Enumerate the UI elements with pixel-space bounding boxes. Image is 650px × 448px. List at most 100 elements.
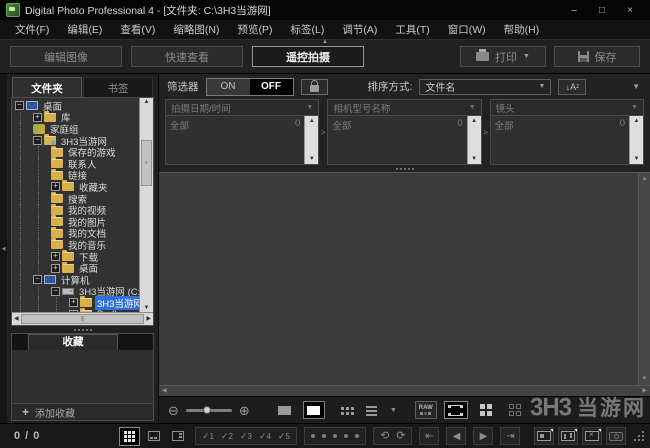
content-splitter-handle[interactable] — [159, 165, 650, 172]
layout-grid-button[interactable] — [119, 426, 140, 446]
collapse-minus-icon[interactable]: − — [33, 275, 42, 285]
scroll-up-icon[interactable]: ▲ — [309, 117, 315, 125]
rating-dot[interactable] — [344, 434, 348, 438]
scroll-up-icon[interactable]: ▲ — [144, 98, 150, 106]
quick-check-button[interactable]: 快速查看 — [131, 46, 243, 67]
check-rating-button-3[interactable]: ✓3 — [240, 431, 252, 442]
check-rating-button-1[interactable]: ✓1 — [202, 431, 214, 442]
scroll-up-icon[interactable]: ▲ — [634, 117, 640, 125]
last-image-button[interactable]: ⇥ — [500, 427, 521, 445]
menu-item-8[interactable]: 工具(T) — [386, 20, 438, 39]
filter-off-button[interactable]: OFF — [249, 78, 293, 95]
layout-preview-bottom-button[interactable] — [143, 427, 164, 446]
add-collection-button[interactable]: + 添加收藏 — [12, 403, 153, 420]
raw-jpg-toggle-button[interactable]: RAW — [414, 401, 437, 419]
filter-list-scrollbar[interactable]: ▲ ▼ — [304, 116, 319, 164]
remote-shooting-button[interactable]: 遥控拍摄 — [252, 46, 364, 67]
menu-item-7[interactable]: 调节(A) — [333, 20, 386, 39]
scroll-right-icon[interactable]: ▶ — [642, 387, 647, 395]
sidebar-splitter-handle[interactable] — [7, 326, 158, 333]
collection-tab[interactable]: 收藏 — [28, 334, 118, 350]
filter-date-dropdown[interactable]: 拍摄日期/时间 ▼ — [165, 99, 320, 116]
filter-camera-dropdown[interactable]: 相机型号名称 ▼ — [327, 99, 482, 116]
save-button[interactable]: 保存 — [554, 46, 640, 67]
filter-list-item[interactable]: 全部 0 — [170, 118, 300, 132]
rotate-right-button[interactable]: ⟳ — [396, 430, 405, 442]
expand-plus-icon[interactable]: + — [51, 182, 60, 192]
expand-plus-icon[interactable]: + — [33, 112, 42, 122]
scroll-down-icon[interactable]: ▼ — [642, 375, 648, 383]
scroll-up-icon[interactable]: ▲ — [642, 175, 648, 183]
tree-horizontal-scrollbar[interactable]: ◀ ||| ▶ — [12, 312, 153, 325]
rating-dot[interactable] — [333, 434, 337, 438]
tab-bookmarks[interactable]: 书签 — [83, 77, 153, 97]
sort-dropdown[interactable]: 文件名 ▼ — [419, 78, 552, 95]
rotate-left-button[interactable]: ⟲ — [380, 430, 389, 442]
tab-folders[interactable]: 文件夹 — [12, 77, 82, 97]
scroll-left-icon[interactable]: ◀ — [14, 315, 19, 323]
collapse-minus-icon[interactable]: − — [15, 101, 24, 111]
filter-list-scrollbar[interactable]: ▲ ▼ — [466, 116, 481, 164]
scroll-left-icon[interactable]: ◀ — [162, 387, 167, 395]
check-rating-button-5[interactable]: ✓5 — [278, 431, 290, 442]
first-image-button[interactable]: ⇤ — [419, 427, 440, 445]
sort-direction-button[interactable]: ↓A z — [558, 78, 587, 95]
scroll-up-icon[interactable]: ▲ — [471, 117, 477, 125]
rating-dot[interactable] — [355, 434, 359, 438]
filter-lens-dropdown[interactable]: 镜头 ▼ — [489, 99, 644, 116]
scroll-right-icon[interactable]: ▶ — [146, 315, 151, 323]
layout-preview-right-button[interactable] — [167, 427, 188, 446]
print-dropdown-icon[interactable]: ▼ — [523, 53, 530, 60]
camera-control-button[interactable] — [606, 427, 626, 445]
list-view-button[interactable] — [361, 401, 383, 419]
tree-item-label[interactable]: 3H3当游网 — [95, 295, 139, 310]
minimize-button[interactable]: – — [560, 2, 588, 18]
slider-thumb[interactable] — [202, 405, 211, 414]
thumbnail-size-slider[interactable] — [185, 405, 232, 414]
menu-item-9[interactable]: 窗口(W) — [439, 20, 495, 39]
expand-plus-icon[interactable]: + — [51, 263, 60, 273]
filter-list-item[interactable]: 全部 0 — [495, 118, 625, 132]
grid-outline-view-button[interactable] — [504, 401, 526, 419]
toolbar-collapse-arrow-icon[interactable]: ▲ — [322, 39, 328, 45]
rating-dot[interactable] — [311, 434, 315, 438]
filter-on-button[interactable]: ON — [206, 78, 250, 95]
filter-list-scrollbar[interactable]: ▲ ▼ — [628, 116, 643, 164]
previous-image-button[interactable]: ◀ — [446, 427, 467, 445]
menu-item-2[interactable]: 编辑(E) — [58, 20, 111, 39]
view-options-dropdown-icon[interactable]: ▼ — [390, 407, 397, 414]
tree-item[interactable]: − 桌面 — [15, 100, 139, 113]
menu-item-1[interactable]: 文件(F) — [6, 20, 58, 39]
sidebar-collapse-strip[interactable]: ◀ — [0, 74, 7, 423]
print-button[interactable]: 打印 ▼ — [460, 46, 546, 67]
large-thumbnail-view-button[interactable] — [274, 401, 296, 419]
small-thumbnail-view-button[interactable] — [332, 401, 354, 419]
menu-item-4[interactable]: 缩略图(N) — [164, 20, 228, 39]
expand-plus-icon[interactable]: + — [51, 252, 60, 262]
medium-thumbnail-view-button[interactable] — [302, 401, 325, 419]
filter-lock-button[interactable] — [300, 78, 328, 95]
collapse-minus-icon[interactable]: − — [33, 136, 42, 146]
tree-item[interactable]: +3H3当游网 — [15, 295, 139, 310]
scroll-down-icon[interactable]: ▼ — [309, 155, 315, 163]
canvas-horizontal-scrollbar[interactable]: ◀ ▶ — [159, 385, 650, 396]
scroll-down-icon[interactable]: ▼ — [471, 155, 477, 163]
next-image-button[interactable]: ▶ — [473, 427, 494, 445]
zoom-out-button[interactable]: ⊖ — [168, 404, 179, 417]
zoom-in-button[interactable]: ⊕ — [239, 404, 250, 417]
edit-image-button[interactable]: 编辑图像 — [10, 46, 122, 67]
filter-area-collapse-icon[interactable]: ▼ — [632, 82, 642, 91]
tree-vscroll-thumb[interactable]: ≡ — [141, 140, 152, 186]
filter-list-item[interactable]: 全部 0 — [332, 118, 462, 132]
multi-grid-view-button[interactable] — [475, 401, 497, 419]
histogram-palette-button[interactable] — [558, 427, 578, 445]
maximize-button[interactable]: □ — [588, 2, 616, 18]
collapse-minus-icon[interactable]: − — [51, 286, 60, 296]
close-button[interactable]: × — [616, 2, 644, 18]
rating-dot[interactable] — [322, 434, 326, 438]
menu-item-6[interactable]: 标签(L) — [282, 20, 334, 39]
menu-item-3[interactable]: 查看(V) — [111, 20, 164, 39]
menu-item-5[interactable]: 预览(P) — [229, 20, 282, 39]
canvas-vertical-scrollbar[interactable]: ▲ ▼ — [638, 173, 650, 385]
preview-palette-button[interactable] — [582, 427, 602, 445]
